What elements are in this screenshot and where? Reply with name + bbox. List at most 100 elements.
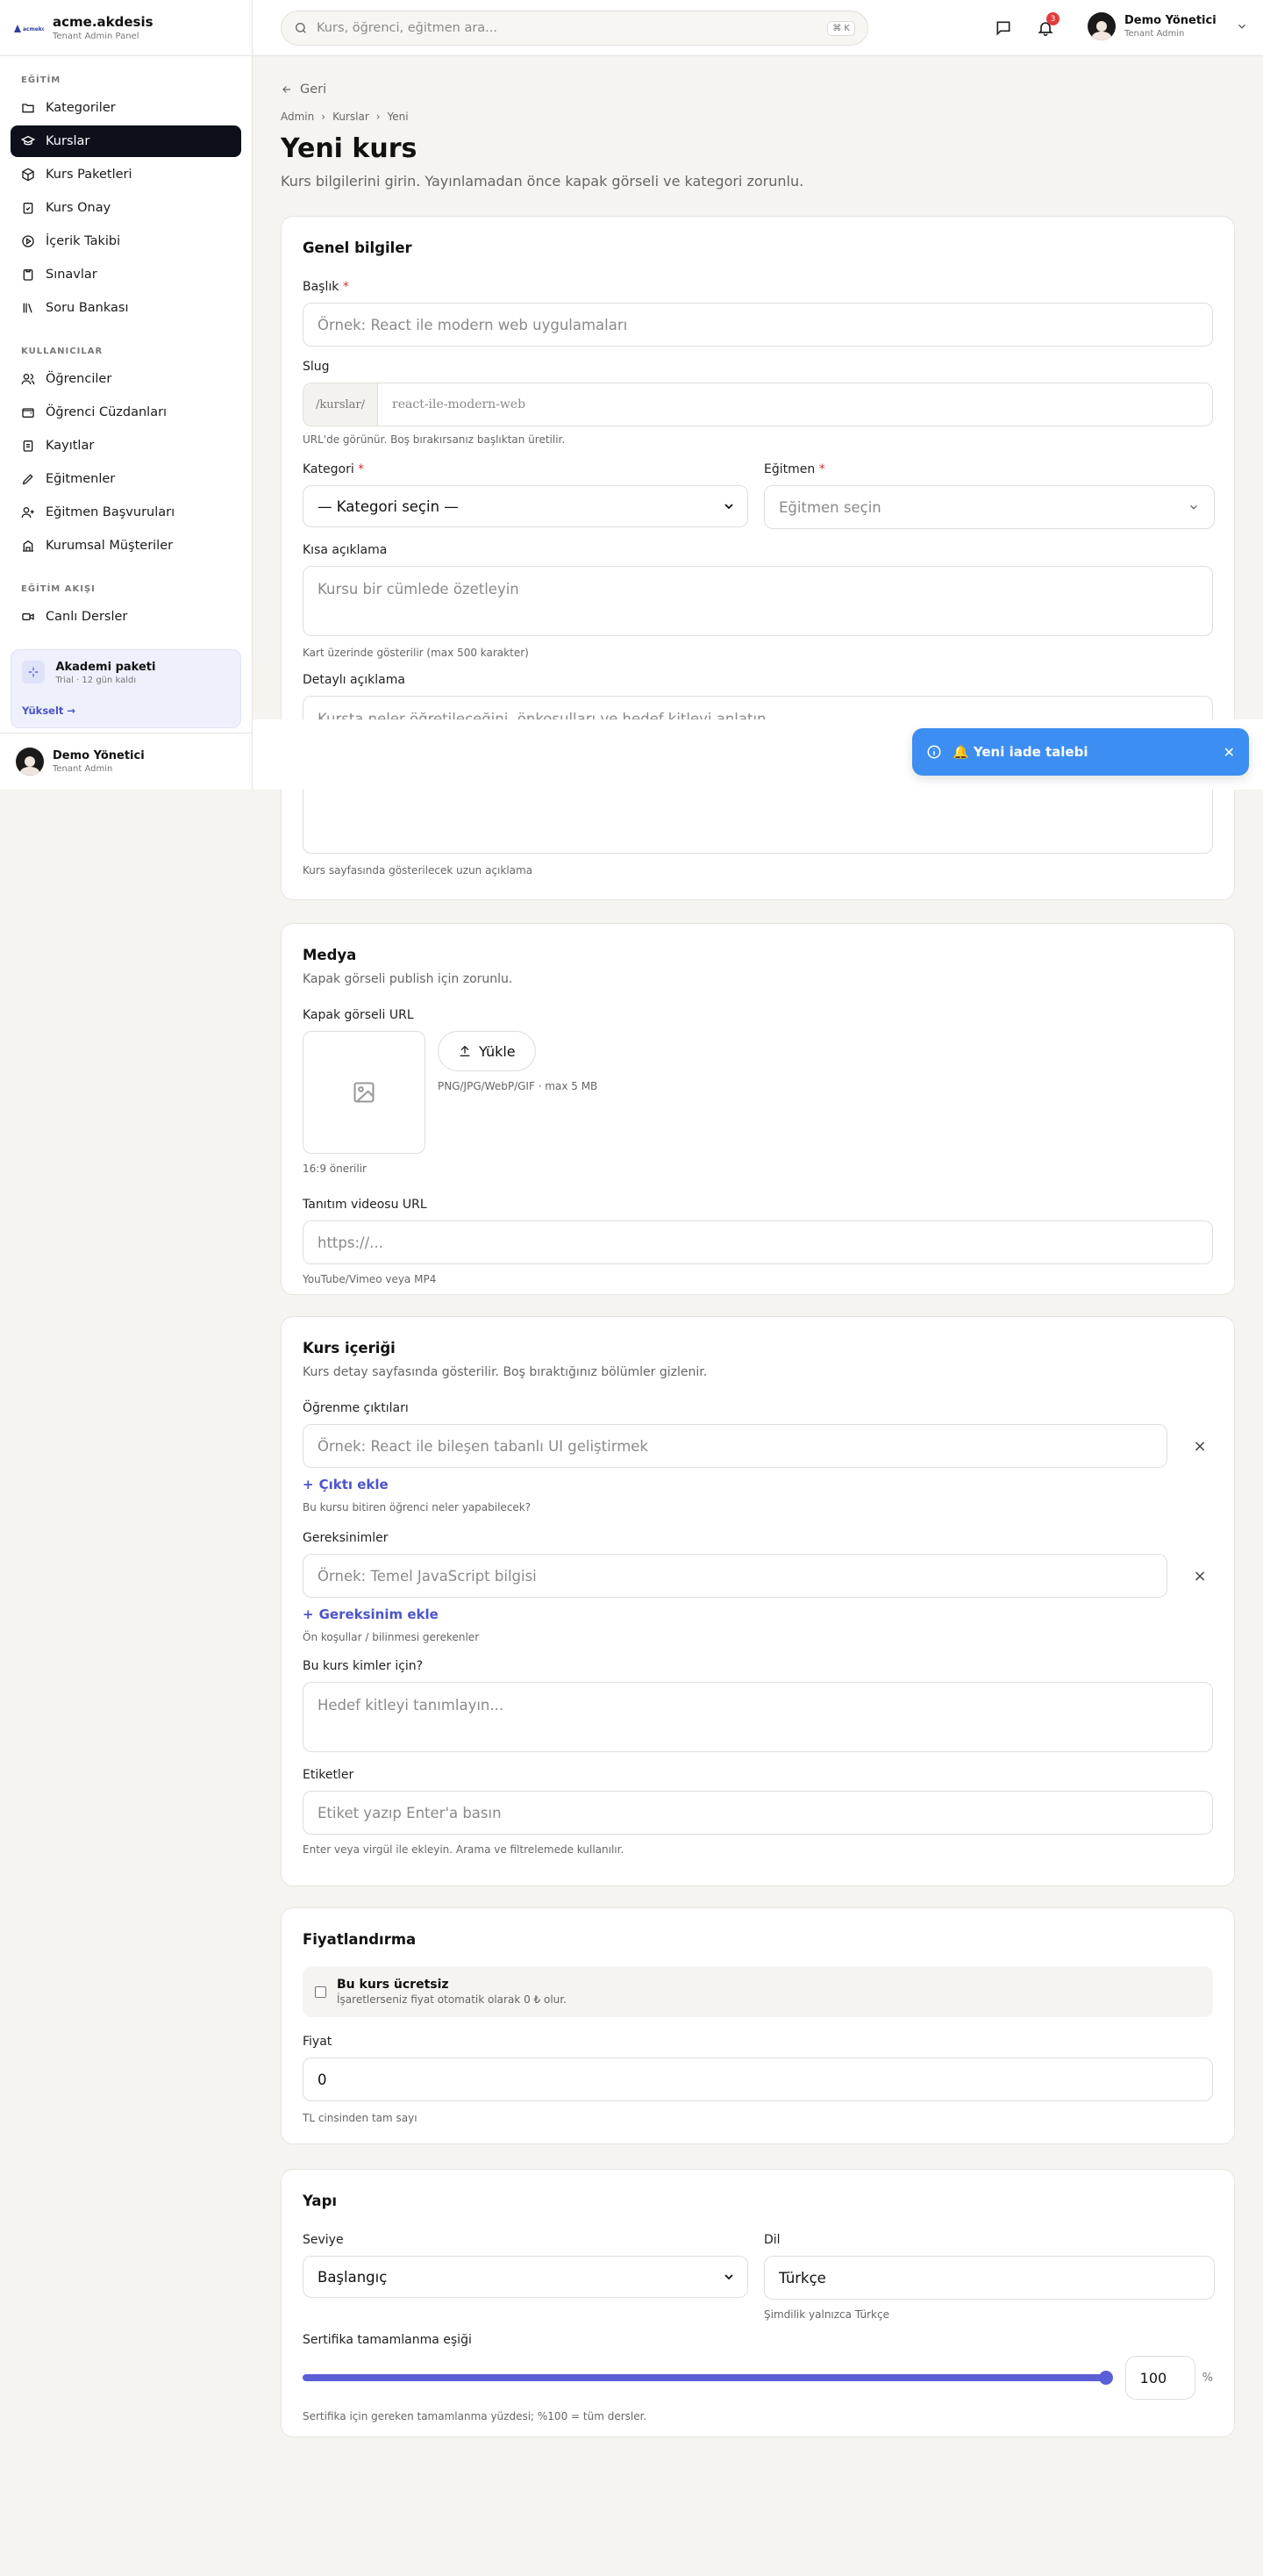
sidebar-item-egitmen-basvurulari[interactable]: Eğitmen Başvuruları bbox=[11, 497, 241, 528]
slug-prefix: /kurslar/ bbox=[303, 383, 379, 426]
instructor-select[interactable]: Eğitmen seçin bbox=[764, 485, 1215, 529]
clipboard-list-icon bbox=[23, 440, 33, 452]
remove-requirement-button[interactable]: × bbox=[1187, 1554, 1213, 1598]
clipboard-icon bbox=[23, 269, 33, 281]
user-name: Demo Yönetici bbox=[1124, 14, 1217, 27]
image-icon bbox=[353, 1082, 375, 1103]
page-title: Yeni kurs bbox=[281, 133, 417, 164]
upgrade-link[interactable]: Yükselt → bbox=[22, 705, 75, 717]
sidebar-item-kayitlar[interactable]: Kayıtlar bbox=[11, 430, 241, 462]
sidebar-item-ogrenciler[interactable]: Öğrenciler bbox=[11, 363, 241, 395]
library-icon bbox=[23, 303, 32, 313]
upload-icon bbox=[460, 1045, 470, 1056]
price-input[interactable]: 0 bbox=[303, 2057, 1213, 2101]
chevron-down-icon bbox=[1238, 24, 1245, 29]
title-field: Başlık * Örnek: React ile modern web uyg… bbox=[303, 280, 1213, 347]
sidebar-item-kategoriler[interactable]: Kategoriler bbox=[11, 92, 241, 124]
back-button[interactable]: Geri bbox=[281, 82, 1235, 97]
search-icon bbox=[296, 23, 306, 33]
slug-input[interactable]: /kurslar/ react-ile-modern-web bbox=[303, 383, 1213, 426]
sidebar-item-canli-dersler[interactable]: Canlı Dersler bbox=[11, 601, 241, 633]
users-icon bbox=[21, 374, 35, 385]
sidebar-item-egitmenler[interactable]: Eğitmenler bbox=[11, 463, 241, 495]
cover-preview[interactable] bbox=[303, 1031, 425, 1154]
user-menu[interactable]: Demo Yönetici Tenant Admin bbox=[1088, 12, 1248, 40]
main-content: Geri Admin › Kurslar › Yeni Yeni kurs Ku… bbox=[281, 56, 1235, 2437]
sidebar-item-sinavlar[interactable]: Sınavlar bbox=[11, 259, 241, 290]
sidebar-item-kurslar[interactable]: Kurslar bbox=[11, 125, 241, 157]
plan-card: Akademi paketi Trial · 12 gün kaldı Yüks… bbox=[11, 649, 241, 728]
page-subtitle: Kurs bilgilerini girin. Yayınlamadan önc… bbox=[281, 173, 804, 190]
video-url-input[interactable]: https://... bbox=[303, 1220, 1213, 1264]
search-placeholder: Kurs, öğrenci, eğitmen ara... bbox=[317, 21, 498, 35]
add-requirement-button[interactable]: + Gereksinim ekle bbox=[303, 1606, 1213, 1622]
brand[interactable]: acmekdx acme.akdesis Tenant Admin Panel bbox=[0, 0, 252, 56]
toast-text: 🔔 Yeni iade talebi bbox=[953, 744, 1088, 760]
upload-button[interactable]: Yükle bbox=[438, 1031, 536, 1071]
level-select[interactable]: Başlangıç bbox=[303, 2256, 748, 2298]
certificate-threshold-slider[interactable] bbox=[303, 2371, 1113, 2385]
short-desc-textarea[interactable]: Kursu bir cümlede özetleyin bbox=[303, 566, 1213, 636]
select-arrow-icon bbox=[724, 2274, 733, 2280]
clipboard-check-icon bbox=[23, 203, 33, 214]
category-select[interactable]: — Kategori seçin — bbox=[303, 485, 748, 527]
breadcrumb: Admin › Kurslar › Yeni bbox=[281, 111, 1235, 123]
outcomes-field: Öğrenme çıktıları Örnek: React ile bileş… bbox=[303, 1401, 1213, 1513]
tags-input[interactable]: Etiket yazıp Enter'a basın bbox=[303, 1791, 1213, 1835]
audience-textarea[interactable]: Hedef kitleyi tanımlayın... bbox=[303, 1682, 1213, 1752]
breadcrumb-kurslar[interactable]: Kurslar bbox=[332, 111, 369, 123]
video-icon bbox=[22, 613, 34, 620]
messages-button[interactable] bbox=[991, 16, 1016, 40]
sidebar-item-icerik-takibi[interactable]: İçerik Takibi bbox=[11, 225, 241, 257]
wallet-icon bbox=[22, 408, 34, 418]
play-circle-icon bbox=[22, 235, 34, 247]
plan-sub: Trial · 12 gün kaldı bbox=[55, 676, 137, 685]
breadcrumb-admin[interactable]: Admin bbox=[281, 111, 314, 123]
structure-card: Yapı Seviye Başlangıç Dil Türkçe Şimdili… bbox=[281, 2169, 1235, 2437]
close-icon[interactable]: ✕ bbox=[1224, 744, 1235, 761]
nav-section-egitim: EĞİTİM bbox=[21, 75, 61, 85]
sidebar-item-kurs-onay[interactable]: Kurs Onay bbox=[11, 192, 241, 224]
notifications-button[interactable]: 3 bbox=[1033, 12, 1060, 40]
free-checkbox[interactable] bbox=[315, 1986, 326, 1998]
add-outcome-button[interactable]: + Çıktı ekle bbox=[303, 1477, 1213, 1492]
slider-thumb[interactable] bbox=[1098, 2371, 1113, 2385]
breadcrumb-yeni: Yeni bbox=[387, 111, 409, 123]
certificate-threshold-input[interactable]: 100 bbox=[1124, 2356, 1195, 2400]
breadcrumb-separator-icon: › bbox=[375, 111, 381, 123]
outcome-input[interactable]: Örnek: React ile bileşen tabanlı UI geli… bbox=[303, 1424, 1167, 1468]
sidebar-item-kurumsal-musteriler[interactable]: Kurumsal Müşteriler bbox=[11, 530, 241, 562]
brand-name: acme.akdesis bbox=[53, 14, 153, 30]
avatar bbox=[16, 748, 44, 776]
plus-icon: + bbox=[303, 1606, 314, 1622]
sidebar-item-soru-bankasi[interactable]: Soru Bankası bbox=[11, 292, 241, 324]
sidebar-user[interactable]: Demo Yönetici Tenant Admin bbox=[0, 733, 252, 790]
course-content-title: Kurs içeriği bbox=[303, 1340, 396, 1356]
media-card: Medya Kapak görseli publish için zorunlu… bbox=[281, 923, 1235, 1295]
tags-field: Etiketler Etiket yazıp Enter'a basın Ent… bbox=[303, 1768, 1213, 1856]
nav-section-kullanicilar: KULLANICILAR bbox=[21, 347, 103, 356]
requirement-input[interactable]: Örnek: Temel JavaScript bilgisi bbox=[303, 1554, 1167, 1598]
category-field: Kategori * — Kategori seçin — bbox=[303, 462, 748, 527]
remove-outcome-button[interactable]: × bbox=[1187, 1424, 1213, 1468]
sidebar-item-ogrenci-cuzdanlari[interactable]: Öğrenci Cüzdanları bbox=[11, 397, 241, 428]
sidebar-item-kurs-paketleri[interactable]: Kurs Paketleri bbox=[11, 159, 241, 190]
language-input[interactable]: Türkçe bbox=[764, 2256, 1215, 2300]
level-field: Seviye Başlangıç bbox=[303, 2233, 748, 2298]
search-input[interactable]: Kurs, öğrenci, eğitmen ara... ⌘ K bbox=[281, 11, 868, 46]
media-title: Medya bbox=[303, 947, 357, 963]
user-plus-icon bbox=[21, 507, 34, 519]
title-input[interactable]: Örnek: React ile modern web uygulamaları bbox=[303, 303, 1213, 347]
notification-toast[interactable]: 🔔 Yeni iade talebi ✕ bbox=[912, 728, 1249, 776]
brand-logo: acmekdx bbox=[12, 21, 44, 35]
free-option[interactable]: Bu kurs ücretsiz İşaretlerseniz fiyat ot… bbox=[303, 1966, 1213, 2017]
course-content-card: Kurs içeriği Kurs detay sayfasında göste… bbox=[281, 1316, 1235, 1886]
building-icon bbox=[23, 540, 33, 552]
video-field: Tanıtım videosu URL https://... YouTube/… bbox=[303, 1198, 1213, 1285]
required-mark: * bbox=[342, 280, 349, 294]
chevron-down-icon bbox=[1190, 504, 1197, 510]
search-shortcut: ⌘ K bbox=[827, 20, 855, 36]
plus-icon: + bbox=[303, 1477, 314, 1492]
folder-icon bbox=[22, 104, 34, 113]
slug-field: Slug /kurslar/ react-ile-modern-web URL'… bbox=[303, 360, 1213, 446]
